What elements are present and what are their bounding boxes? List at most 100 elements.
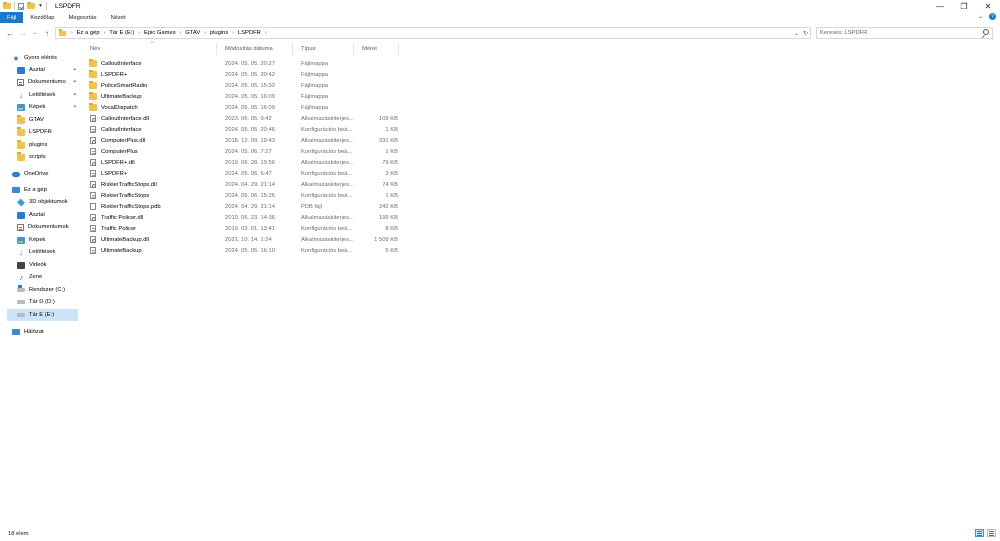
breadcrumb-lspdfr[interactable]: LSPDFR — [238, 30, 261, 36]
breadcrumb-separator[interactable]: › — [104, 30, 106, 36]
file-row[interactable]: LSPDFR+ 2024. 05. 05. 20:42 Fájlmappa — [82, 69, 402, 80]
minimize-button[interactable]: — — [928, 0, 952, 12]
search-icon[interactable] — [983, 29, 989, 35]
search-box[interactable] — [816, 27, 993, 39]
new-folder-icon[interactable] — [27, 1, 35, 9]
file-size: 1 KB — [385, 148, 398, 155]
breadcrumb-this-pc[interactable]: Ez a gép — [77, 30, 100, 36]
file-name: Traffic Policer — [101, 225, 137, 232]
tab-file[interactable]: Fájl — [0, 12, 24, 23]
expand-ribbon-icon[interactable]: ⌄ — [978, 13, 983, 20]
up-button[interactable]: ↑ — [41, 26, 53, 40]
file-type: Konfigurációs beá... — [301, 126, 353, 133]
sidebar-item-gtav[interactable]: GTAV — [17, 114, 80, 126]
tab-share[interactable]: Megosztás — [62, 12, 104, 23]
sidebar-item-desktop[interactable]: Asztal — [17, 209, 80, 221]
sidebar-item-plugins[interactable]: plugins — [17, 139, 80, 151]
back-button[interactable]: ← — [4, 26, 16, 40]
breadcrumb-plugins[interactable]: plugins — [210, 30, 228, 36]
refresh-icon[interactable]: ↻ — [803, 30, 808, 37]
address-dropdown-icon[interactable]: ⌄ — [794, 30, 799, 37]
tab-view[interactable]: Nézet — [104, 12, 133, 23]
file-row[interactable]: PoliceSmartRadio 2024. 05. 05. 15:32 Fáj… — [82, 80, 402, 91]
help-icon[interactable]: ? — [989, 13, 996, 20]
file-row[interactable]: ComputerPlus.dll 2018. 12. 09. 19:43 Alk… — [82, 135, 402, 146]
breadcrumb-separator[interactable]: › — [232, 30, 234, 36]
file-type: Konfigurációs beá... — [301, 170, 353, 177]
file-row[interactable]: CalloutInterface.dll 2023. 06. 05. 9:42 … — [82, 113, 402, 124]
sidebar-item-label: Rendszer (C:) — [29, 287, 66, 293]
sidebar-item-pictures-pinned[interactable]: Képek ✦ — [17, 101, 80, 113]
computer-icon — [12, 187, 20, 193]
breadcrumb-epic-games[interactable]: Epic Games — [144, 30, 176, 36]
sidebar-item-documents[interactable]: Dokumentumok — [17, 221, 80, 233]
file-row[interactable]: UltimateBackup 2024. 05. 05. 16:10 Konfi… — [82, 245, 402, 256]
sidebar-item-drive-e[interactable]: Tár E (E:) — [7, 309, 78, 321]
sidebar-item-drive-d[interactable]: Tár D (D:) — [17, 296, 80, 308]
file-row[interactable]: CalloutInterface 2024. 05. 05. 20:46 Kon… — [82, 124, 402, 135]
file-row[interactable]: UltimateBackup 2024. 05. 05. 16:09 Fájlm… — [82, 91, 402, 102]
file-row[interactable]: RiskierTrafficStops 2024. 05. 06. 15:26 … — [82, 190, 402, 201]
details-view-icon[interactable] — [975, 529, 984, 537]
file-row[interactable]: LSPDFR+.dll 2019. 06. 28. 19:56 Alkalmaz… — [82, 157, 402, 168]
sidebar-item-desktop-pinned[interactable]: Asztal ✦ — [17, 64, 80, 76]
breadcrumb-separator: › — [71, 30, 73, 36]
tab-home[interactable]: Kezdőlap — [23, 12, 61, 23]
file-row[interactable]: ComputerPlus 2024. 05. 06. 7:27 Konfigur… — [82, 146, 402, 157]
file-row[interactable]: RiskierTrafficStops.pdb 2024. 04. 29. 21… — [82, 201, 402, 212]
breadcrumb-drive-e[interactable]: Tár E (E:) — [109, 30, 134, 36]
sidebar-item-label: Képek — [29, 104, 46, 110]
sidebar-item-music[interactable]: ♪ Zene — [17, 271, 80, 283]
sidebar-item-label: Asztal — [29, 67, 45, 73]
column-header-size[interactable]: Méret — [354, 43, 399, 55]
column-header-name[interactable]: Név — [82, 43, 217, 55]
breadcrumb-gtav[interactable]: GTAV — [185, 30, 200, 36]
file-type: Alkalmazáskiterjes... — [301, 181, 354, 188]
sidebar-item-onedrive[interactable]: OneDrive — [12, 168, 80, 180]
sidebar-item-documents-pinned[interactable]: Dokumentumo ✦ — [17, 76, 80, 88]
file-name: LSPDFR+ — [101, 170, 128, 177]
file-date: 2019. 06. 28. 19:56 — [225, 159, 275, 166]
file-row[interactable]: UltimateBackup.dll 2021. 10. 14. 1:24 Al… — [82, 234, 402, 245]
sidebar-item-downloads[interactable]: ↓ Letöltések — [17, 246, 80, 258]
large-icons-view-icon[interactable] — [987, 529, 996, 537]
dropdown-icon[interactable]: ▼ — [38, 3, 43, 9]
file-row[interactable]: VocalDispatch 2024. 05. 05. 16:09 Fájlma… — [82, 102, 402, 113]
pin-icon: ✦ — [72, 79, 77, 85]
breadcrumb-separator[interactable]: › — [265, 30, 267, 36]
toolbar-separator — [45, 2, 47, 10]
search-input[interactable] — [820, 30, 980, 36]
sidebar-item-downloads-pinned[interactable]: ↓ Letöltések ✦ — [17, 89, 80, 101]
file-row[interactable]: CalloutInterface 2024. 05. 05. 20:27 Fáj… — [82, 58, 402, 69]
file-row[interactable]: RiskierTrafficStops.dll 2024. 04. 29. 21… — [82, 179, 402, 190]
sidebar-item-videos[interactable]: Videók — [17, 259, 80, 271]
breadcrumb-separator[interactable]: › — [138, 30, 140, 36]
file-row[interactable]: LSPDFR+ 2024. 05. 06. 6:47 Konfigurációs… — [82, 168, 402, 179]
breadcrumb-separator[interactable]: › — [204, 30, 206, 36]
sidebar-item-drive-c[interactable]: Rendszer (C:) — [17, 284, 80, 296]
sidebar-item-scripts[interactable]: scripts — [17, 151, 80, 163]
sidebar-item-pictures[interactable]: Képek — [17, 234, 80, 246]
sidebar-item-3d-objects[interactable]: 3D objektumok — [17, 196, 80, 208]
address-bar[interactable]: › Ez a gép › Tár E (E:) › Epic Games › G… — [55, 27, 811, 39]
sidebar-item-quick-access[interactable]: ★ Gyors elérés — [12, 52, 80, 64]
folder-icon — [89, 58, 97, 67]
sidebar-item-this-pc[interactable]: Ez a gép — [12, 184, 80, 196]
properties-icon[interactable] — [18, 2, 24, 10]
breadcrumb-separator[interactable]: › — [180, 30, 182, 36]
maximize-button[interactable]: ❐ — [952, 0, 976, 12]
pictures-icon — [17, 103, 25, 111]
file-name: PoliceSmartRadio — [101, 82, 148, 89]
recent-locations-button[interactable]: ⌄ — [31, 26, 39, 40]
column-header-type[interactable]: Típus — [293, 43, 354, 55]
ribbon-right: ⌄ ? — [978, 13, 996, 20]
column-header-date[interactable]: Módosítás dátuma — [217, 43, 293, 55]
close-button[interactable]: ✕ — [976, 0, 1000, 12]
sidebar-item-label: OneDrive — [24, 171, 49, 177]
sidebar-item-network[interactable]: Hálózat — [12, 326, 80, 338]
file-row[interactable]: Traffic Policer 2019. 03. 01. 13:41 Konf… — [82, 223, 402, 234]
sidebar-item-label: Dokumentumo — [28, 79, 66, 85]
forward-button[interactable]: → — [17, 26, 29, 40]
file-row[interactable]: Traffic Policer.dll 2019. 06. 23. 14:36 … — [82, 212, 402, 223]
sidebar-item-lspdfr[interactable]: LSPDFR — [17, 126, 80, 138]
